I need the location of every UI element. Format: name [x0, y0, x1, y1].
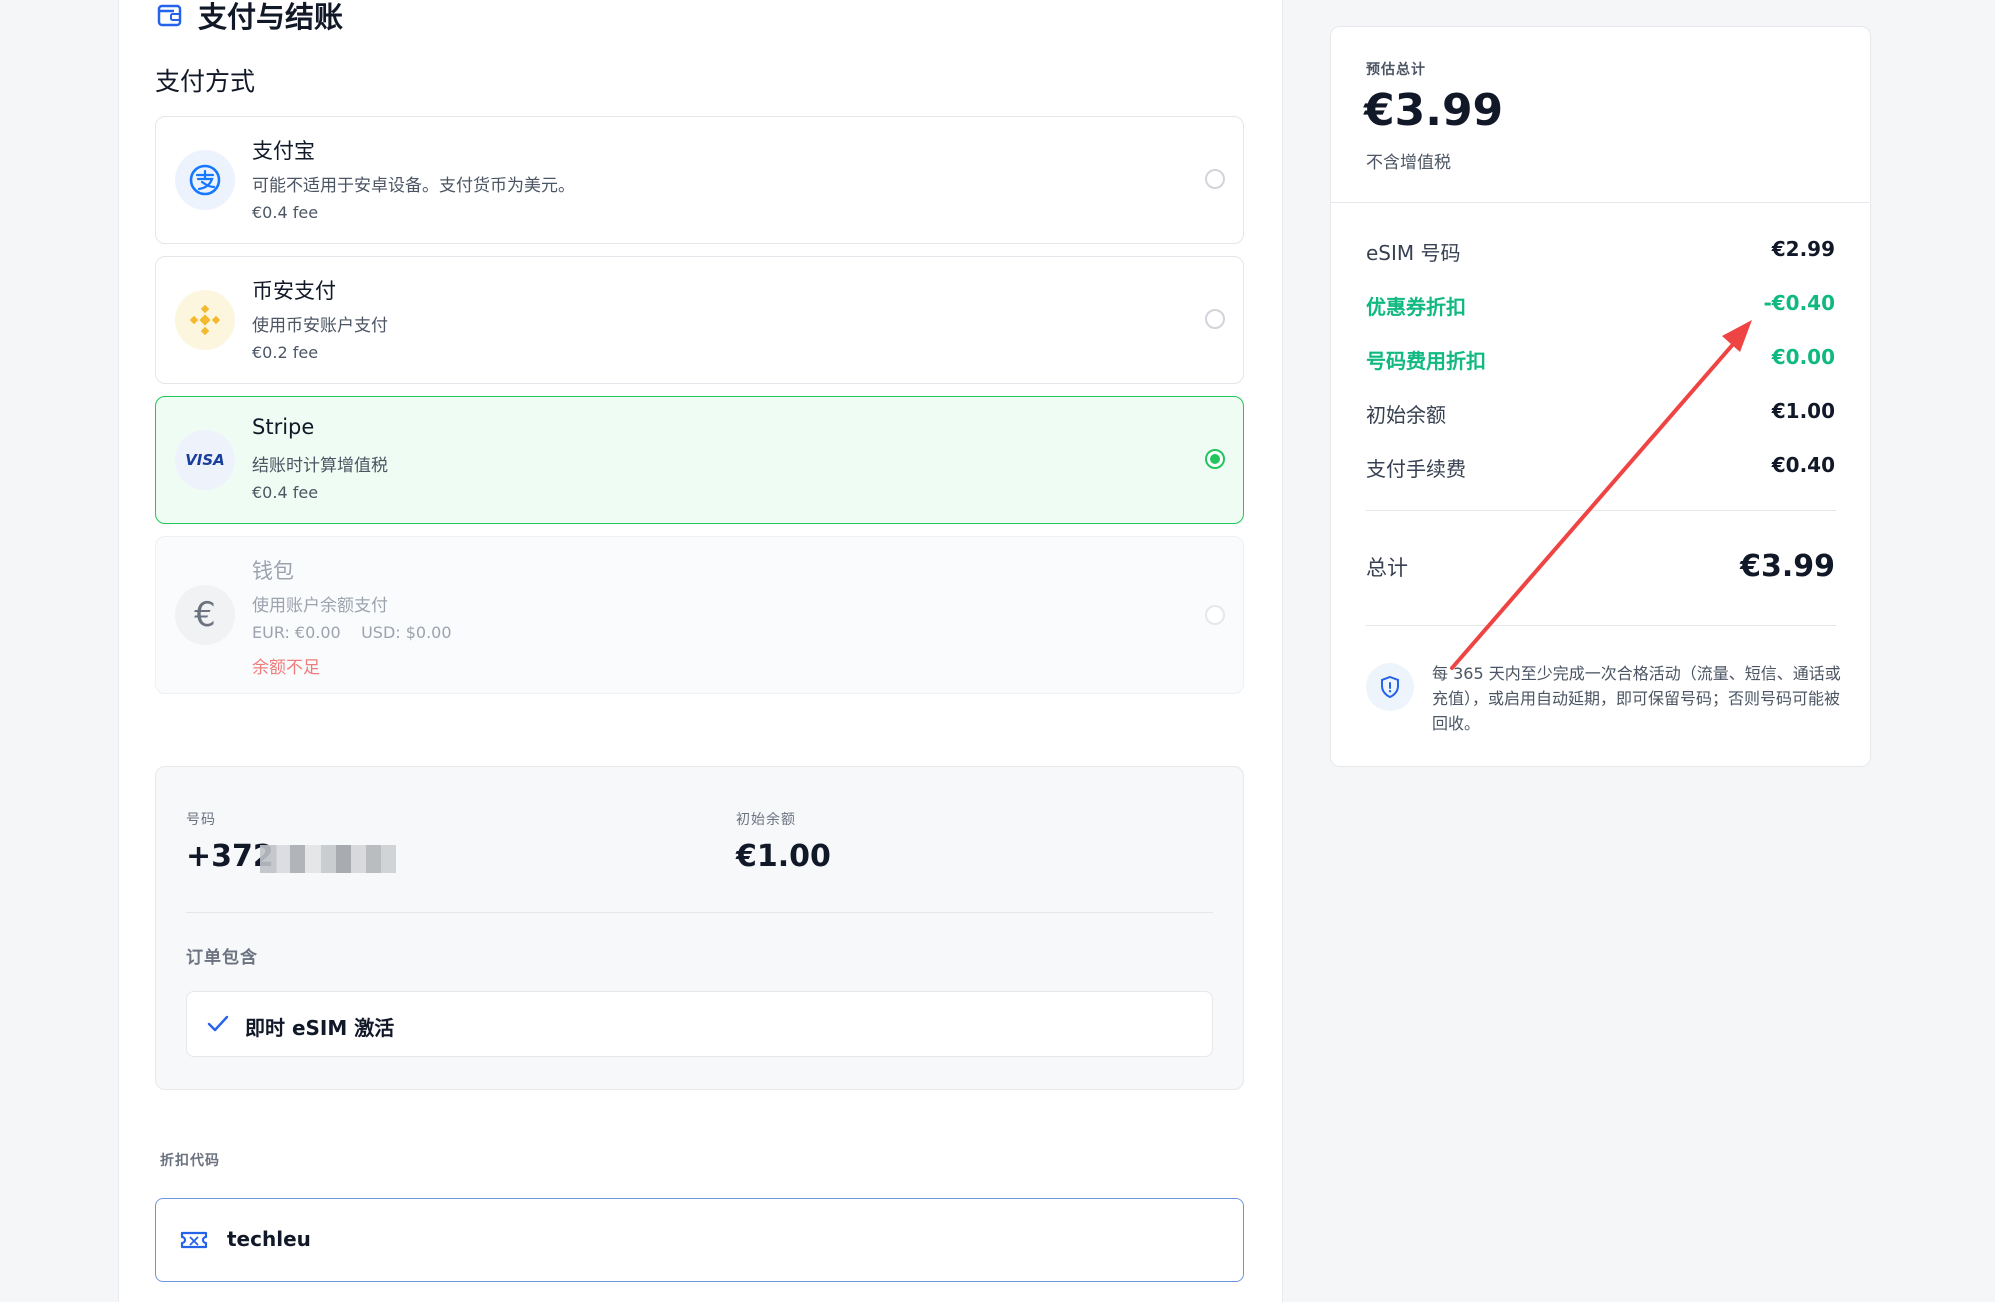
payment-option-wallet: € 钱包 使用账户余额支付 EUR: €0.00 USD: $0.00 余额不足	[155, 536, 1244, 694]
visa-icon: VISA	[175, 430, 235, 490]
row-value: €0.40	[1771, 453, 1835, 477]
summary-row-esim: eSIM 号码 €2.99	[1366, 237, 1835, 266]
coupon-label: 折扣代码	[160, 1153, 220, 1169]
vat-note: 不含增值税	[1366, 153, 1451, 173]
section-header: 支付与结账	[156, 0, 343, 36]
number-label: 号码	[186, 812, 216, 828]
summary-divider	[1366, 510, 1836, 511]
insufficient-balance-warning: 余额不足	[252, 658, 320, 678]
euro-icon-text: €	[194, 595, 216, 635]
visa-icon-text: VISA	[185, 451, 225, 469]
payment-radio-alipay[interactable]	[1205, 169, 1225, 189]
euro-icon: €	[175, 585, 235, 645]
order-summary-box: 号码 +372 初始余额 €1.00 订单包含 即时 eSIM 激活	[155, 766, 1244, 1090]
payment-radio-wallet	[1205, 605, 1225, 625]
payment-option-fee: €0.4 fee	[252, 203, 319, 222]
row-label: 支付手续费	[1366, 457, 1466, 481]
payment-option-desc: 结账时计算增值税	[252, 456, 388, 476]
order-divider	[186, 912, 1213, 913]
payment-option-desc: 使用账户余额支付	[252, 596, 388, 616]
total-value: €3.99	[1740, 549, 1835, 584]
page-title: 支付与结账	[198, 0, 344, 34]
row-label: eSIM 号码	[1366, 241, 1461, 265]
payment-option-alipay[interactable]: 支付宝 可能不适用于安卓设备。支付货币为美元。 €0.4 fee	[155, 116, 1244, 244]
payment-radio-binance[interactable]	[1205, 309, 1225, 329]
binance-icon	[175, 290, 235, 350]
payment-option-name: 币安支付	[252, 279, 336, 303]
row-value: €2.99	[1771, 237, 1835, 261]
summary-divider	[1366, 625, 1836, 626]
order-includes-label: 订单包含	[186, 948, 258, 968]
include-item-label: 即时 eSIM 激活	[245, 1016, 395, 1040]
phone-number-redacted	[260, 845, 396, 873]
estimated-total-label: 预估总计	[1366, 62, 1426, 78]
summary-row-payment-fee: 支付手续费 €0.40	[1366, 453, 1835, 482]
payment-option-name: 支付宝	[252, 139, 315, 163]
check-icon	[207, 1015, 229, 1032]
alipay-icon	[175, 150, 235, 210]
payment-method-label: 支付方式	[155, 67, 256, 96]
wallet-balance: EUR: €0.00 USD: $0.00	[252, 623, 452, 642]
summary-row-initial-balance: 初始余额 €1.00	[1366, 399, 1835, 428]
price-summary-card: 预估总计 €3.99 不含增值税 eSIM 号码 €2.99 优惠券折扣 -€0…	[1330, 26, 1871, 767]
payment-option-binance[interactable]: 币安支付 使用币安账户支付 €0.2 fee	[155, 256, 1244, 384]
row-label: 优惠券折扣	[1366, 295, 1466, 319]
row-label: 初始余额	[1366, 403, 1446, 427]
summary-row-total: 总计 €3.99	[1366, 549, 1835, 584]
coupon-value: techleu	[227, 1227, 311, 1251]
initial-balance-label: 初始余额	[736, 812, 796, 828]
payment-option-name: 钱包	[252, 559, 294, 583]
row-value: -€0.40	[1763, 291, 1835, 315]
summary-row-coupon-discount: 优惠券折扣 -€0.40	[1366, 291, 1835, 320]
payment-option-desc: 可能不适用于安卓设备。支付货币为美元。	[252, 176, 575, 196]
row-label: 号码费用折扣	[1366, 349, 1486, 373]
summary-divider	[1331, 202, 1869, 203]
initial-balance-value: €1.00	[736, 839, 831, 874]
number-retention-notice: 每 365 天内至少完成一次合格活动（流量、短信、通话或充值），或启用自动延期，…	[1432, 664, 1841, 733]
payment-option-stripe[interactable]: VISA Stripe 结账时计算增值税 €0.4 fee	[155, 396, 1244, 524]
wallet-icon	[157, 4, 182, 27]
shield-icon	[1366, 663, 1414, 711]
row-value: €1.00	[1771, 399, 1835, 423]
payment-option-fee: €0.2 fee	[252, 343, 319, 362]
payment-radio-stripe[interactable]	[1205, 449, 1225, 469]
row-value: €0.00	[1771, 345, 1835, 369]
ticket-icon	[180, 1231, 208, 1249]
coupon-input[interactable]: techleu	[155, 1198, 1244, 1282]
payment-option-fee: €0.4 fee	[252, 483, 319, 502]
payment-option-desc: 使用币安账户支付	[252, 316, 388, 336]
payment-option-name: Stripe	[252, 415, 315, 439]
include-item-esim: 即时 eSIM 激活	[186, 991, 1213, 1057]
summary-row-number-fee-discount: 号码费用折扣 €0.00	[1366, 345, 1835, 374]
total-label: 总计	[1366, 555, 1408, 580]
estimated-total-value: €3.99	[1364, 85, 1504, 136]
